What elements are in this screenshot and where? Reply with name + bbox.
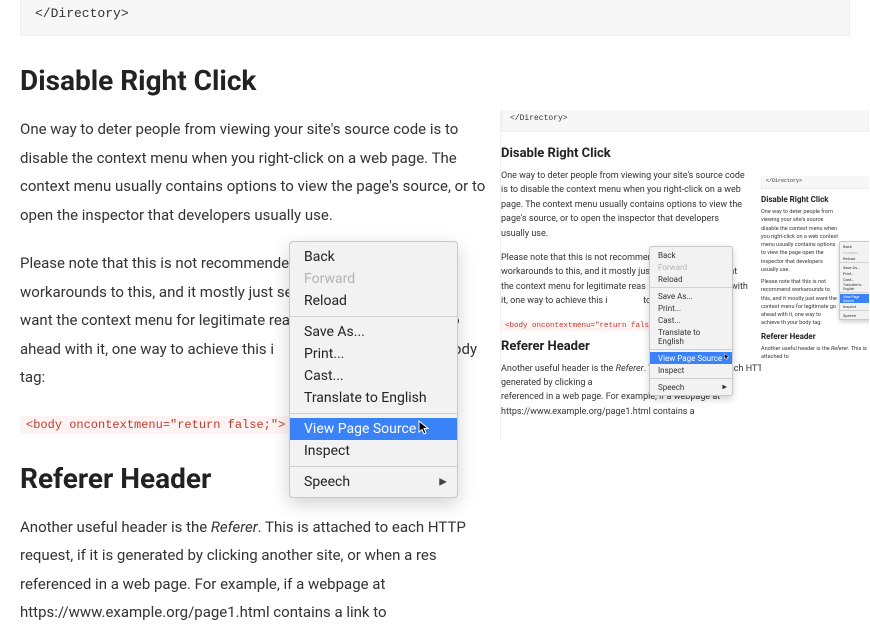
ctx-separator [290, 413, 457, 414]
thumb-ctx-view-source: View Page Source [650, 352, 732, 364]
ctx-item-cast[interactable]: Cast... [290, 365, 457, 387]
cursor-icon [724, 353, 730, 361]
thumb2-context-menu: Back Forward Reload Save As... Print... … [839, 241, 869, 320]
t: Referer [831, 346, 848, 352]
t: View Page Source [658, 354, 722, 363]
thumb-heading-disable: Disable Right Click [501, 146, 869, 161]
ctx-item-inspect[interactable]: Inspect [290, 440, 457, 462]
t: Speech ▶ [650, 381, 732, 393]
text-fragment: Another useful header is the [20, 518, 211, 536]
t: Inspect [840, 303, 869, 309]
t: Disable Right Click [761, 195, 869, 204]
context-menu[interactable]: Back Forward Reload Save As... Print... … [289, 241, 458, 498]
t [650, 287, 732, 288]
t: Save As... [650, 290, 732, 302]
ctx-label-view-source: View Page Source [304, 421, 416, 437]
t [650, 378, 732, 379]
t: </Directory> [761, 176, 869, 189]
t: One way to deter people from viewing you… [761, 208, 839, 274]
code-block-directory-close: </Directory> [20, 0, 850, 36]
t: Referer [616, 364, 644, 374]
recursive-thumbnail: </Directory> Disable Right Click One way… [500, 110, 869, 440]
ctx-item-speech[interactable]: Speech ▶ [290, 471, 457, 493]
t [840, 262, 869, 263]
t: Translate to English [840, 282, 869, 291]
ctx-item-translate[interactable]: Translate to English [290, 387, 457, 409]
t: One way to deter people from viewing you… [761, 209, 833, 223]
t: Please note that this is not recommended [501, 253, 668, 263]
cursor-icon [418, 420, 430, 436]
chevron-right-icon: ▶ [722, 384, 727, 391]
thumb-paragraph: One way to deter people from viewing you… [501, 169, 749, 241]
t: Speech [840, 312, 869, 318]
text-fragment: referenced in a web page. For example, i… [20, 575, 387, 622]
thumb-context-menu: Back Forward Reload Save As... Print... … [649, 246, 733, 396]
t: Cast... [650, 314, 732, 326]
ctx-separator [290, 316, 457, 317]
t: Translate to English [650, 326, 732, 347]
t: Reload [650, 273, 732, 285]
heading-disable-right-click: Disable Right Click [20, 64, 850, 97]
t: Print... [650, 302, 732, 314]
ctx-item-forward: Forward [290, 268, 457, 290]
t: Speech [658, 383, 684, 392]
paragraph-referer: Another useful header is the Referer. Th… [20, 513, 490, 627]
text-italic-referer: Referer [211, 518, 258, 536]
t: Back [650, 249, 732, 261]
t: Forward [650, 261, 732, 273]
ctx-item-reload[interactable]: Reload [290, 290, 457, 312]
text-fragment: Please note that this is not recommended [20, 254, 298, 272]
t: Another useful header is the [501, 364, 616, 374]
ctx-item-print[interactable]: Print... [290, 343, 457, 365]
ctx-item-save-as[interactable]: Save As... [290, 321, 457, 343]
t: Another useful header is the Referer. Th… [761, 345, 869, 362]
t: Inspect [650, 364, 732, 376]
recursive-thumbnail-2: </Directory> Disable Right Click One way… [761, 176, 869, 376]
t: your body tag: [787, 320, 821, 326]
t: Please note that this is not recommend w… [761, 278, 839, 328]
paragraph-disable-intro: One way to deter people from viewing you… [20, 115, 490, 229]
chevron-right-icon: ▶ [439, 477, 447, 488]
ctx-separator [290, 466, 457, 467]
ctx-item-view-page-source[interactable]: View Page Source [290, 418, 457, 440]
t: Reload [840, 255, 869, 261]
thumb-inline-code: <body oncontextmenu="return false;"> [501, 321, 671, 331]
t [650, 349, 732, 350]
ctx-item-back[interactable]: Back [290, 246, 457, 268]
thumb-code-block: </Directory> [501, 110, 869, 132]
t [840, 292, 869, 293]
t: Referer Header [761, 332, 869, 341]
t [840, 310, 869, 311]
t: View Page Source [840, 294, 869, 303]
inline-code-body-oncontextmenu: <body oncontextmenu="return false;"> [20, 416, 291, 434]
t: Another useful header is the [761, 346, 831, 352]
ctx-label-speech: Speech [304, 474, 350, 490]
